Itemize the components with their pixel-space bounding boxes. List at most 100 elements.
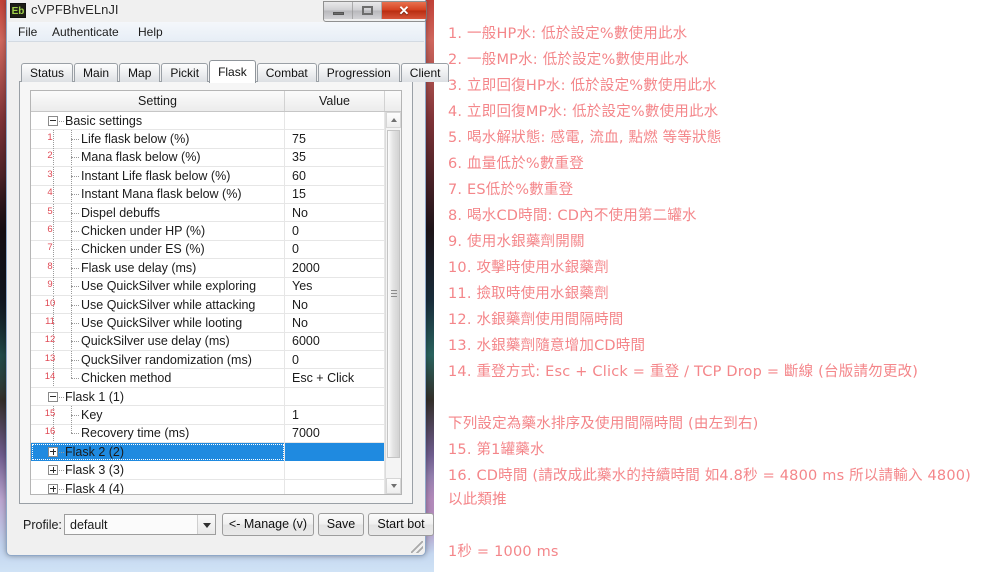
cell-value[interactable]: 7000: [285, 424, 385, 443]
cell-setting[interactable]: 4 Instant Mana flask below (%): [31, 185, 285, 204]
cell-value[interactable]: 35: [285, 148, 385, 167]
table-row[interactable]: 16 Recovery time (ms) 7000: [31, 424, 401, 444]
tab-flask[interactable]: Flask: [209, 60, 256, 83]
table-row[interactable]: Basic settings: [31, 111, 401, 131]
cell-setting[interactable]: 5 Dispel debuffs: [31, 203, 285, 222]
table-row[interactable]: 12 QuickSilver use delay (ms) 6000: [31, 332, 401, 352]
scroll-up-button[interactable]: [386, 112, 401, 128]
cell-value[interactable]: No: [285, 314, 385, 332]
tab-status[interactable]: Status: [21, 63, 74, 82]
tree-connector: [71, 212, 79, 214]
menu-item-file[interactable]: File: [12, 24, 43, 40]
tree-line: [71, 369, 72, 379]
cell-setting[interactable]: Flask 2 (2): [31, 442, 285, 461]
collapse-icon[interactable]: [48, 115, 58, 126]
cell-setting[interactable]: 16 Recovery time (ms): [31, 424, 285, 443]
cell-setting[interactable]: 14 Chicken method: [31, 369, 285, 388]
cell-value[interactable]: 1: [285, 405, 385, 424]
tab-combat[interactable]: Combat: [256, 63, 317, 82]
table-row[interactable]: Flask 1 (1): [31, 387, 401, 407]
cell-setting[interactable]: 13 QuckSilver randomization (ms): [31, 350, 285, 369]
cell-value[interactable]: Yes: [285, 277, 385, 296]
tab-map[interactable]: Map: [119, 63, 161, 82]
cell-value[interactable]: 2000: [285, 258, 385, 277]
cell-setting[interactable]: 9 Use QuickSilver while exploring: [31, 277, 285, 296]
cell-value[interactable]: 6000: [285, 332, 385, 351]
grid-vertical-scrollbar[interactable]: [385, 112, 401, 494]
cell-setting[interactable]: 15 Key: [31, 405, 285, 424]
save-button[interactable]: Save: [318, 513, 364, 536]
cell-value[interactable]: 0: [285, 240, 385, 259]
table-row[interactable]: 15 Key 1: [31, 405, 401, 425]
column-header-setting[interactable]: Setting: [31, 91, 285, 111]
cell-setting[interactable]: Basic settings: [31, 111, 285, 130]
cell-setting[interactable]: Flask 3 (3): [31, 461, 285, 480]
menu-item-authenticate[interactable]: Authenticate: [46, 24, 125, 40]
cell-value[interactable]: No: [285, 295, 385, 314]
cell-value[interactable]: 15: [285, 185, 385, 204]
table-row[interactable]: 11 Use QuickSilver while looting No: [31, 314, 401, 333]
table-row[interactable]: Flask 4 (4): [31, 479, 401, 494]
cell-setting[interactable]: 1 Life flask below (%): [31, 130, 285, 149]
expand-icon[interactable]: [48, 465, 58, 476]
table-row[interactable]: 13 QuckSilver randomization (ms) 0: [31, 350, 401, 370]
cell-value[interactable]: [285, 442, 385, 461]
manage-button[interactable]: <- Manage (v): [222, 513, 314, 536]
maximize-button[interactable]: [353, 2, 382, 19]
cell-setting[interactable]: 10 Use QuickSilver while attacking: [31, 295, 285, 314]
cell-value[interactable]: Esc + Click: [285, 369, 385, 388]
title-bar[interactable]: Eb cVPFBhvELnJI ✕: [1, 0, 433, 22]
collapse-icon[interactable]: [48, 391, 58, 402]
cell-value[interactable]: No: [285, 203, 385, 222]
table-row[interactable]: 5 Dispel debuffs No: [31, 203, 401, 223]
cell-value[interactable]: [285, 111, 385, 130]
table-row[interactable]: 2 Mana flask below (%) 35: [31, 148, 401, 168]
tab-client[interactable]: Client: [400, 63, 450, 82]
cell-setting[interactable]: 11 Use QuickSilver while looting: [31, 314, 285, 332]
cell-value[interactable]: [285, 479, 385, 494]
table-row[interactable]: 10 Use QuickSilver while attacking No: [31, 295, 401, 315]
cell-setting[interactable]: Flask 1 (1): [31, 387, 285, 406]
cell-value[interactable]: 75: [285, 130, 385, 149]
cell-value[interactable]: 0: [285, 350, 385, 369]
cell-value[interactable]: [285, 461, 385, 480]
cell-setting[interactable]: 12 QuickSilver use delay (ms): [31, 332, 285, 351]
menu-item-help[interactable]: Help: [132, 24, 169, 40]
tab-pickit[interactable]: Pickit: [161, 63, 209, 82]
tab-progression[interactable]: Progression: [317, 63, 400, 82]
annotation-line: 9. 使用水銀藥劑開關: [448, 234, 585, 250]
expand-icon[interactable]: [48, 446, 58, 457]
annotation-line: 10. 攻擊時使用水銀藥劑: [448, 260, 609, 276]
start-bot-button[interactable]: Start bot: [368, 513, 434, 536]
scrollbar-thumb[interactable]: [387, 130, 400, 458]
table-row[interactable]: 1 Life flask below (%) 75: [31, 130, 401, 149]
cell-setting[interactable]: 8 Flask use delay (ms): [31, 258, 285, 277]
table-row[interactable]: 14 Chicken method Esc + Click: [31, 369, 401, 388]
table-row[interactable]: 8 Flask use delay (ms) 2000: [31, 258, 401, 278]
close-button[interactable]: ✕: [382, 2, 426, 19]
chevron-down-icon[interactable]: [197, 515, 215, 534]
table-row[interactable]: 3 Instant Life flask below (%) 60: [31, 166, 401, 186]
table-row[interactable]: 4 Instant Mana flask below (%) 15: [31, 185, 401, 204]
table-row[interactable]: Flask 2 (2): [31, 442, 401, 462]
resize-grip-icon[interactable]: [411, 541, 423, 553]
cell-setting[interactable]: 6 Chicken under HP (%): [31, 222, 285, 241]
cell-value[interactable]: 60: [285, 166, 385, 185]
table-row[interactable]: 7 Chicken under ES (%) 0: [31, 240, 401, 260]
cell-value[interactable]: [285, 387, 385, 406]
cell-setting[interactable]: Flask 4 (4): [31, 479, 285, 494]
scroll-down-button[interactable]: [386, 478, 401, 494]
cell-setting[interactable]: 2 Mana flask below (%): [31, 148, 285, 167]
table-row[interactable]: 6 Chicken under HP (%) 0: [31, 222, 401, 241]
table-row[interactable]: Flask 3 (3): [31, 461, 401, 480]
row-number: 8: [47, 260, 53, 272]
cell-value[interactable]: 0: [285, 222, 385, 241]
profile-select[interactable]: default: [64, 514, 216, 535]
table-row[interactable]: 9 Use QuickSilver while exploring Yes: [31, 277, 401, 296]
column-header-value[interactable]: Value: [285, 91, 385, 111]
minimize-button[interactable]: [324, 2, 353, 19]
expand-icon[interactable]: [48, 483, 58, 494]
tab-main[interactable]: Main: [74, 63, 119, 82]
cell-setting[interactable]: 3 Instant Life flask below (%): [31, 166, 285, 185]
cell-setting[interactable]: 7 Chicken under ES (%): [31, 240, 285, 259]
